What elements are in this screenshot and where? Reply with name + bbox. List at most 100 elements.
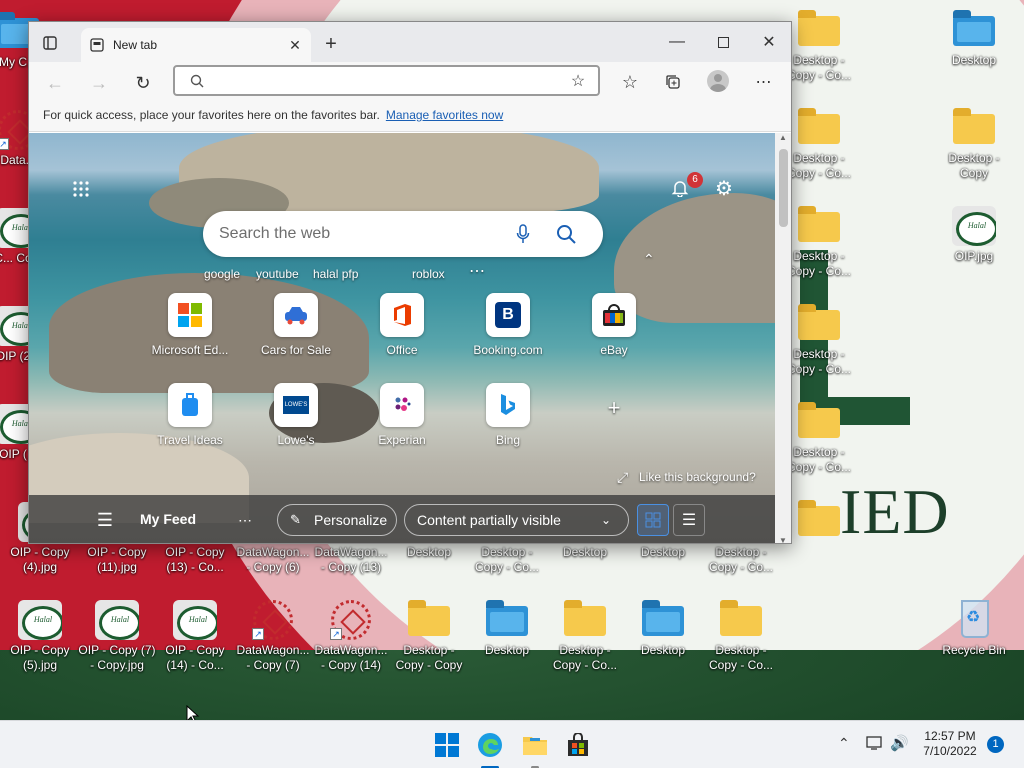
new-tab-page-icon	[89, 37, 105, 53]
taskbar: ⌃ 🔊 12:57 PM 7/10/2022 1	[0, 720, 1024, 768]
address-input[interactable]	[211, 71, 551, 91]
add-quick-link-button[interactable]: +	[569, 395, 659, 421]
background-info-link[interactable]: Like this background?	[639, 470, 756, 484]
add-favorite-icon[interactable]: ☆	[569, 72, 587, 90]
edge-browser-icon[interactable]	[476, 731, 504, 759]
settings-gear-icon[interactable]: ⚙	[713, 177, 735, 200]
tab-actions-icon[interactable]	[41, 34, 59, 52]
quick-link-tile[interactable]: Cars for Sale	[251, 293, 341, 357]
desktop-icon[interactable]: ↗ DataWagon... - Copy (14)	[311, 598, 391, 673]
volume-icon[interactable]: 🔊	[890, 734, 909, 752]
personalize-button[interactable]: ✎ Personalize	[277, 504, 397, 536]
new-tab-button[interactable]: +	[321, 33, 341, 55]
quick-link-tile[interactable]: Microsoft Ed...	[145, 293, 235, 357]
quick-link-tile[interactable]: B Booking.com	[463, 293, 553, 357]
file-explorer-icon[interactable]	[521, 731, 549, 759]
quick-link-label: Office	[386, 343, 418, 357]
desktop-icon[interactable]: Desktop - Copy - Co...	[545, 598, 625, 673]
desktop-icon[interactable]: Desktop	[934, 8, 1014, 68]
new-tab-page: 6 ⚙ Search the web google youtube halal …	[29, 133, 775, 543]
desktop-icon[interactable]: Desktop	[623, 598, 703, 658]
page-scrollbar[interactable]: ▲ ▼	[775, 133, 791, 543]
microsoft-store-icon[interactable]	[564, 731, 592, 759]
favorites-icon[interactable]: ☆	[619, 71, 641, 93]
lowes-icon: LOWE'S	[274, 383, 318, 427]
collections-icon[interactable]	[662, 71, 684, 93]
grid-layout-icon[interactable]	[637, 504, 669, 536]
content-visibility-dropdown[interactable]: Content partially visible ⌄	[404, 504, 629, 536]
more-options-icon[interactable]: ⋯	[753, 71, 775, 93]
scroll-up-icon[interactable]: ▲	[779, 133, 787, 142]
more-suggestions-icon[interactable]: ⋯	[469, 261, 485, 281]
network-icon[interactable]	[866, 735, 884, 754]
desktop-icon-label: Desktop - Copy - Co...	[474, 545, 540, 574]
desktop-icon[interactable]: ↗ DataWagon... - Copy (7)	[233, 598, 313, 673]
desktop-icon[interactable]: Desktop - Copy - Co...	[701, 598, 781, 673]
search-suggestion[interactable]: youtube	[256, 267, 299, 281]
close-tab-icon[interactable]: ✕	[287, 37, 303, 53]
scroll-thumb[interactable]	[779, 149, 788, 227]
clock-date: 7/10/2022	[923, 744, 977, 758]
desktop-icon-label: Desktop - Copy - Co...	[708, 643, 774, 672]
quick-link-tile[interactable]: Travel Ideas	[145, 383, 235, 447]
desktop-icon[interactable]: OIP - Copy (14) - Co...	[155, 598, 235, 673]
desktop-icon-label: Desktop - Copy	[948, 151, 1000, 180]
desktop-icon-label: Desktop - Copy - Co...	[552, 643, 618, 672]
search-submit-icon[interactable]	[555, 223, 577, 245]
collapse-chevron-icon[interactable]: ⌃	[643, 251, 655, 268]
desktop-icon[interactable]: Desktop - Copy	[934, 106, 1014, 181]
profile-avatar-icon[interactable]	[707, 70, 729, 92]
chevron-down-icon: ⌄	[601, 513, 612, 527]
microsoft-icon	[168, 293, 212, 337]
folder-icon	[406, 598, 452, 640]
refresh-icon[interactable]: ↻	[133, 73, 153, 93]
quick-link-tile[interactable]: LOWE'S Lowe's	[251, 383, 341, 447]
back-arrow-icon[interactable]: ←	[45, 73, 65, 93]
maximize-icon[interactable]	[713, 32, 733, 52]
address-bar[interactable]: ☆	[173, 65, 600, 96]
feed-more-icon[interactable]: ⋯	[235, 510, 255, 530]
web-search-box[interactable]: Search the web	[203, 211, 603, 257]
start-windows-icon[interactable]	[433, 731, 461, 759]
tab-new-tab[interactable]: New tab ✕	[81, 28, 311, 62]
apps-grid-icon[interactable]	[71, 179, 91, 199]
folder-icon	[796, 204, 842, 246]
clock-time: 12:57 PM	[924, 729, 976, 743]
quick-link-tile[interactable]: eBay	[569, 293, 659, 357]
close-window-icon[interactable]: ✕	[759, 32, 779, 52]
desktop-icon[interactable]: Desktop	[467, 598, 547, 658]
desktop-icon[interactable]: Desktop - Copy - Copy	[389, 598, 469, 673]
desktop-icon[interactable]: OIP.jpg	[934, 204, 1014, 264]
desktop-icon[interactable]: OIP - Copy (5).jpg	[0, 598, 80, 673]
minimize-icon[interactable]: —	[667, 32, 687, 52]
image-file-icon	[951, 204, 997, 246]
desktop-icon-label: Desktop - Copy - Copy	[395, 643, 463, 672]
notification-center-badge[interactable]: 1	[987, 736, 1004, 753]
microphone-icon[interactable]	[513, 223, 533, 245]
quick-link-tile[interactable]: Bing	[463, 383, 553, 447]
content-visibility-label: Content partially visible	[417, 512, 561, 528]
quick-link-tile[interactable]: Office	[357, 293, 447, 357]
search-suggestion[interactable]: google	[204, 267, 240, 281]
search-suggestion[interactable]: roblox	[412, 267, 445, 281]
show-hidden-icons-chevron[interactable]: ⌃	[838, 735, 850, 752]
desktop-icon[interactable]: OIP - Copy (7) - Copy.jpg	[77, 598, 157, 673]
menu-icon[interactable]: ☰	[95, 510, 115, 530]
manage-favorites-link[interactable]: Manage favorites now	[386, 108, 503, 122]
desktop-icon-label: Desktop	[640, 643, 686, 657]
clock[interactable]: 12:57 PM 7/10/2022	[912, 729, 988, 759]
forward-arrow-icon[interactable]: →	[89, 73, 109, 93]
quick-link-label: Bing	[495, 433, 521, 447]
quick-link-tile[interactable]: Experian	[357, 383, 447, 447]
pencil-icon: ✎	[290, 512, 301, 527]
desktop-icon-label: OIP - Copy (11).jpg	[87, 545, 147, 574]
tab-title: New tab	[113, 38, 158, 52]
desktop-icon[interactable]: Recycle Bin	[934, 598, 1014, 658]
search-suggestion[interactable]: halal pfp	[313, 267, 358, 281]
scroll-down-icon[interactable]: ▼	[779, 536, 787, 543]
list-layout-icon[interactable]: ☰	[673, 504, 705, 536]
desktop-icon-label: Desktop	[484, 643, 530, 657]
desktop-icon-label: OIP.jpg	[954, 249, 994, 263]
expand-icon: ⤢	[617, 469, 629, 485]
feed-title[interactable]: My Feed	[140, 511, 196, 527]
